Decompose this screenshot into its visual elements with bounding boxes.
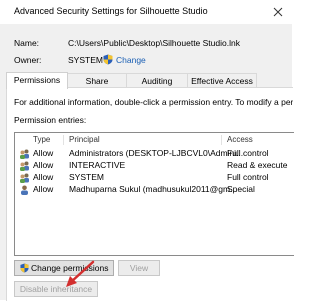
tab-permissions[interactable]: Permissions	[6, 72, 68, 89]
annotation-arrow	[66, 260, 95, 287]
